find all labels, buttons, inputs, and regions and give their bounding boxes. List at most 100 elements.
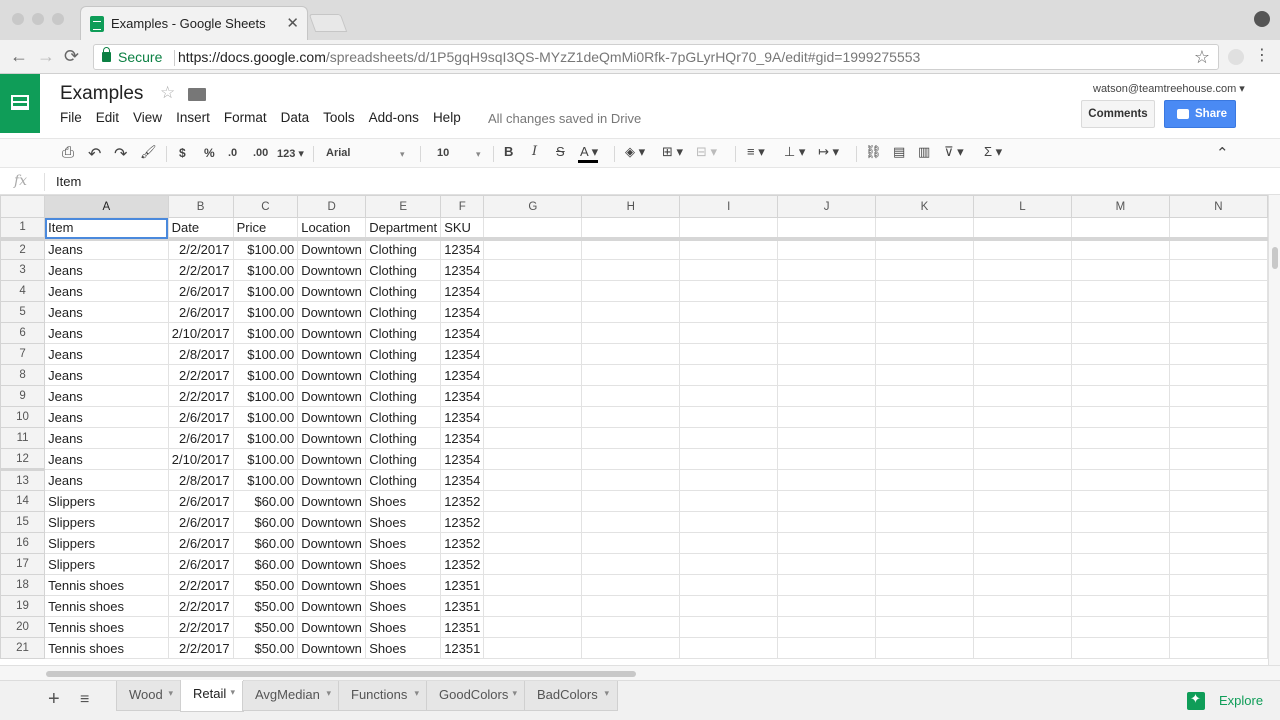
grid-cell[interactable]: 2/6/2017 xyxy=(167,280,234,302)
grid-cell[interactable]: $100.00 xyxy=(232,301,299,323)
grid-cell[interactable] xyxy=(777,490,877,512)
grid-cell[interactable]: Downtown xyxy=(297,280,367,302)
grid-cell[interactable] xyxy=(1070,322,1170,344)
grid-cell[interactable]: 2/6/2017 xyxy=(167,301,234,323)
row-header[interactable]: 19 xyxy=(0,595,46,617)
grid-cell[interactable] xyxy=(1070,343,1170,365)
sheet-tab-badcolors[interactable]: BadColors ▾ xyxy=(524,681,618,711)
grid-cell[interactable]: $100.00 xyxy=(232,427,299,449)
grid-cell[interactable]: 2/6/2017 xyxy=(167,427,234,449)
grid-cell[interactable]: Department xyxy=(365,217,442,241)
grid-cell[interactable] xyxy=(972,406,1072,428)
grid-cell[interactable] xyxy=(777,616,877,638)
grid-cell[interactable]: Jeans xyxy=(44,469,169,491)
grid-cell[interactable] xyxy=(581,364,681,386)
grid-cell[interactable] xyxy=(777,427,877,449)
grid-cell[interactable]: Clothing xyxy=(365,385,442,407)
explore-button[interactable]: Explore xyxy=(1219,693,1263,708)
grid-cell[interactable]: $50.00 xyxy=(232,616,299,638)
grid-cell[interactable]: $60.00 xyxy=(232,511,299,533)
grid-cell[interactable] xyxy=(581,322,681,344)
filter-button[interactable]: ⊽ ▾ xyxy=(944,144,964,160)
grid-cell[interactable] xyxy=(777,385,877,407)
grid-cell[interactable] xyxy=(1070,637,1170,659)
menu-help[interactable]: Help xyxy=(433,110,461,128)
grid-cell[interactable]: 2/10/2017 xyxy=(167,322,234,344)
grid-cell[interactable] xyxy=(679,637,779,659)
grid-cell[interactable] xyxy=(875,616,974,638)
row-header[interactable]: 11 xyxy=(0,427,46,449)
explore-icon[interactable] xyxy=(1187,691,1205,710)
grid-cell[interactable]: Clothing xyxy=(365,259,442,281)
bookmark-star-icon[interactable]: ☆ xyxy=(1194,47,1210,68)
grid-cell[interactable] xyxy=(972,532,1072,554)
grid-cell[interactable]: Tennis shoes xyxy=(44,637,169,659)
sheet-tab-retail[interactable]: Retail ▾ xyxy=(180,680,244,712)
grid-cell[interactable]: 12352 xyxy=(440,511,485,533)
grid-cell[interactable] xyxy=(1168,532,1268,554)
column-header[interactable]: F xyxy=(440,195,485,218)
grid-cell[interactable] xyxy=(972,301,1072,323)
grid-cell[interactable]: Jeans xyxy=(44,301,169,323)
grid-cell[interactable]: $100.00 xyxy=(232,448,299,470)
grid-cell[interactable] xyxy=(972,322,1072,344)
grid-cell[interactable]: Slippers xyxy=(44,553,169,575)
grid-cell[interactable] xyxy=(483,238,583,260)
grid-cell[interactable] xyxy=(1168,238,1268,260)
grid-cell[interactable] xyxy=(1070,511,1170,533)
grid-cell[interactable] xyxy=(483,259,583,281)
grid-cell[interactable]: Shoes xyxy=(365,637,442,659)
functions-button[interactable]: Σ ▾ xyxy=(984,144,1002,160)
grid-cell[interactable] xyxy=(483,322,583,344)
grid-cell[interactable] xyxy=(972,364,1072,386)
grid-cell[interactable] xyxy=(875,238,974,260)
grid-cell[interactable]: Clothing xyxy=(365,301,442,323)
print-icon[interactable]: ⎙ xyxy=(62,144,74,161)
window-minimize-dot[interactable] xyxy=(32,13,44,25)
grid-cell[interactable] xyxy=(777,238,877,260)
percent-format-button[interactable]: % xyxy=(204,146,215,160)
grid-cell[interactable] xyxy=(875,343,974,365)
select-all-corner[interactable] xyxy=(0,195,46,218)
grid-cell[interactable]: 2/10/2017 xyxy=(167,448,234,470)
grid-cell[interactable] xyxy=(972,595,1072,617)
grid-cell[interactable] xyxy=(679,574,779,596)
grid-cell[interactable]: Shoes xyxy=(365,532,442,554)
grid-cell[interactable] xyxy=(581,553,681,575)
grid-cell[interactable] xyxy=(1070,469,1170,491)
grid-cell[interactable] xyxy=(581,280,681,302)
grid-cell[interactable]: Jeans xyxy=(44,448,169,470)
grid-cell[interactable] xyxy=(875,448,974,470)
grid-cell[interactable]: Downtown xyxy=(297,322,367,344)
grid-cell[interactable]: Downtown xyxy=(297,385,367,407)
grid-cell[interactable]: 12354 xyxy=(440,238,485,260)
tab-menu-icon[interactable]: ▾ xyxy=(414,688,419,699)
grid-cell[interactable] xyxy=(679,553,779,575)
grid-cell[interactable]: Jeans xyxy=(44,364,169,386)
grid-cell[interactable] xyxy=(875,301,974,323)
horizontal-scroll-thumb[interactable] xyxy=(46,671,636,677)
grid-cell[interactable] xyxy=(1168,448,1268,470)
grid-cell[interactable] xyxy=(483,364,583,386)
grid-cell[interactable] xyxy=(777,595,877,617)
grid-cell[interactable] xyxy=(1070,553,1170,575)
grid-cell[interactable] xyxy=(875,469,974,491)
grid-cell[interactable]: 2/2/2017 xyxy=(167,364,234,386)
grid-cell[interactable]: $100.00 xyxy=(232,406,299,428)
grid-cell[interactable]: $50.00 xyxy=(232,574,299,596)
grid-cell[interactable] xyxy=(581,490,681,512)
collapse-toolbar-icon[interactable]: ⌃ xyxy=(1216,144,1229,162)
grid-cell[interactable]: Clothing xyxy=(365,322,442,344)
grid-cell[interactable] xyxy=(875,574,974,596)
grid-cell[interactable] xyxy=(483,280,583,302)
grid-cell[interactable]: Date xyxy=(167,217,234,241)
grid-cell[interactable]: 2/2/2017 xyxy=(167,238,234,260)
grid-cell[interactable]: $100.00 xyxy=(232,385,299,407)
grid-cell[interactable] xyxy=(777,574,877,596)
grid-cell[interactable] xyxy=(1168,616,1268,638)
grid-cell[interactable] xyxy=(1168,511,1268,533)
row-header[interactable]: 4 xyxy=(0,280,46,302)
grid-cell[interactable]: Tennis shoes xyxy=(44,574,169,596)
grid-cell[interactable] xyxy=(679,322,779,344)
grid-cell[interactable] xyxy=(483,469,583,491)
